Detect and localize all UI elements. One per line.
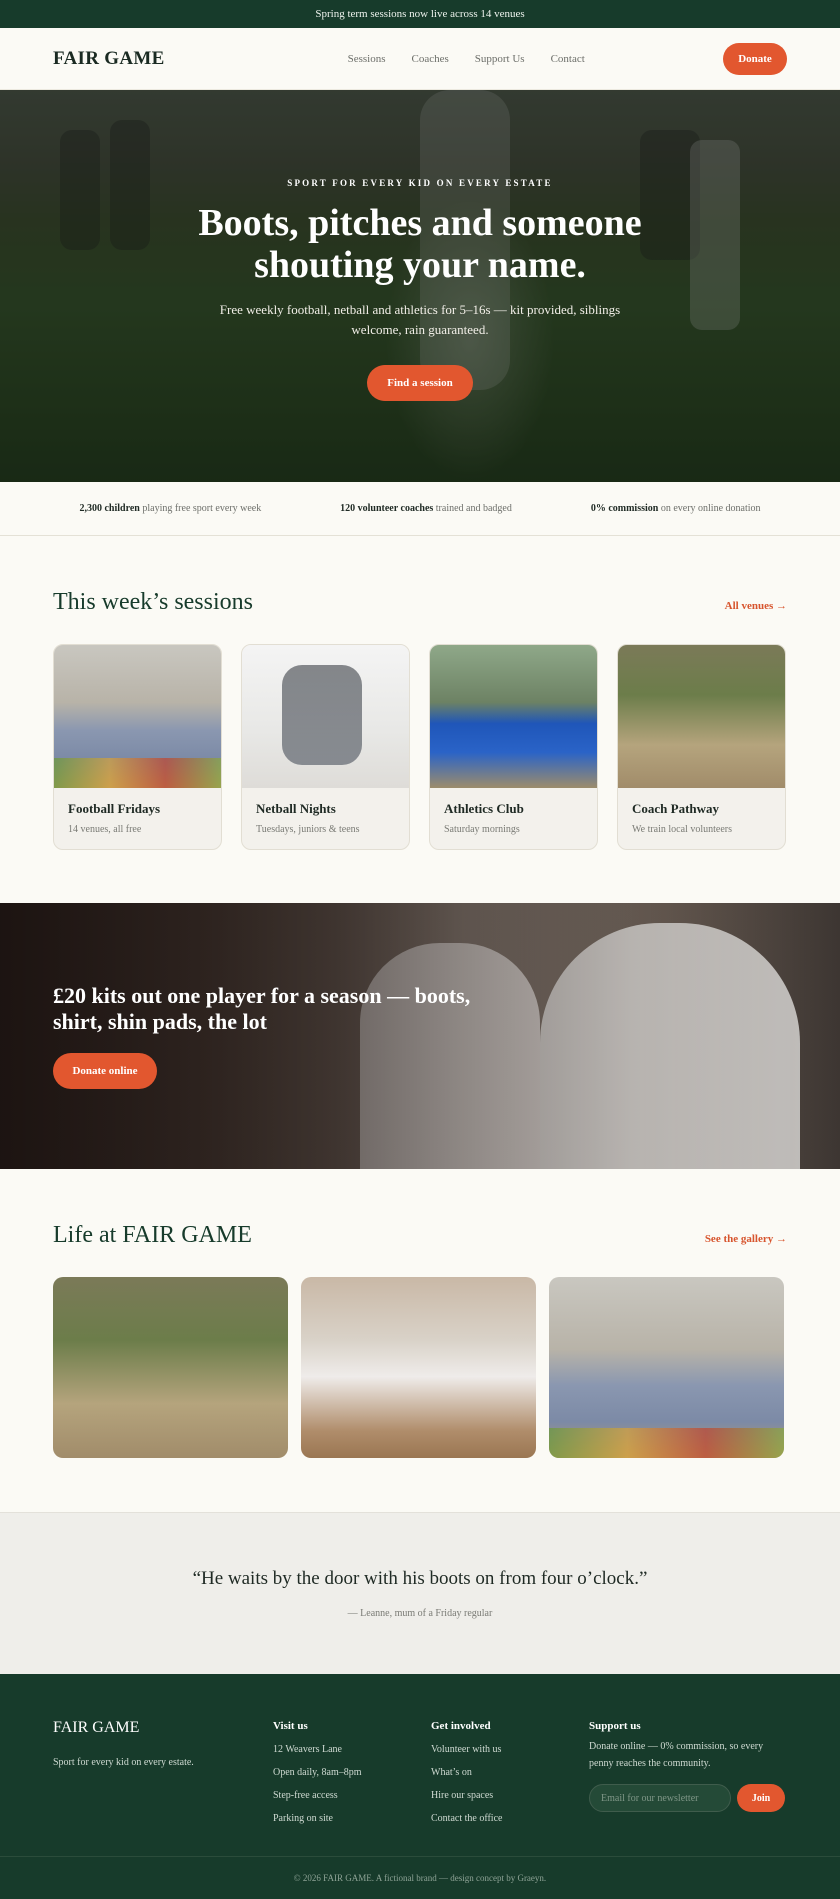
find-session-button[interactable]: Find a session bbox=[367, 365, 473, 401]
footer-link[interactable]: Hire our spaces bbox=[431, 1784, 589, 1807]
hero-kicker: SPORT FOR EVERY KID ON EVERY ESTATE bbox=[287, 178, 553, 188]
footer-item: Open daily, 8am–8pm bbox=[273, 1767, 362, 1778]
join-button[interactable]: Join bbox=[737, 1784, 785, 1812]
footer-support-column: Support us Donate online — 0% commission… bbox=[589, 1718, 787, 1830]
banner-title: £20 kits out one player for a season — b… bbox=[53, 983, 471, 1034]
donate-button[interactable]: Donate bbox=[723, 42, 787, 75]
support-description: Donate online — 0% commission, so every … bbox=[589, 1741, 764, 1769]
session-card-athletics[interactable]: Athletics Club Saturday mornings bbox=[429, 644, 598, 850]
site-header: FAIR GAME Sessions Coaches Support Us Co… bbox=[0, 28, 840, 90]
gallery-title: Life at FAIR GAME bbox=[53, 1222, 252, 1248]
footer-link[interactable]: Contact the office bbox=[431, 1807, 589, 1830]
footer-brand: FAIR GAME bbox=[53, 1719, 140, 1736]
footer-tagline: Sport for every kid on every estate. bbox=[53, 1757, 194, 1768]
session-card-coach[interactable]: Coach Pathway We train local volunteers bbox=[617, 644, 786, 850]
footer-visit-column: Visit us 12 Weavers Lane Open daily, 8am… bbox=[273, 1718, 431, 1830]
card-title: Netball Nights bbox=[256, 801, 336, 816]
hero-title: Boots, pitches and someone shouting your… bbox=[198, 202, 642, 286]
newsletter-form: Join bbox=[589, 1784, 787, 1812]
card-subtitle: Saturday mornings bbox=[444, 824, 520, 835]
see-gallery-link[interactable]: See the gallery → bbox=[705, 1233, 787, 1245]
donate-online-button[interactable]: Donate online bbox=[53, 1053, 157, 1089]
newsletter-email-input[interactable] bbox=[589, 1784, 731, 1812]
gallery-image[interactable] bbox=[53, 1277, 288, 1458]
main-nav: Sessions Coaches Support Us Contact bbox=[348, 53, 585, 65]
session-image bbox=[242, 645, 409, 788]
card-subtitle: We train local volunteers bbox=[632, 824, 732, 835]
footer-item: Step-free access bbox=[273, 1790, 338, 1801]
card-subtitle: Tuesdays, juniors & teens bbox=[256, 824, 360, 835]
stats-strip: 2,300 children playing free sport every … bbox=[0, 482, 840, 536]
session-image bbox=[430, 645, 597, 788]
announcement-bar: Spring term sessions now live across 14 … bbox=[0, 0, 840, 28]
session-image bbox=[54, 645, 221, 788]
all-venues-link[interactable]: All venues → bbox=[725, 600, 787, 612]
quote-attribution: — Leanne, mum of a Friday regular bbox=[347, 1608, 493, 1619]
footer-involved-column: Get involved Volunteer with us What’s on… bbox=[431, 1718, 589, 1830]
nav-contact[interactable]: Contact bbox=[551, 53, 585, 65]
gallery-image[interactable] bbox=[549, 1277, 784, 1458]
footer-heading: Get involved bbox=[431, 1720, 491, 1732]
sessions-title: This week’s sessions bbox=[53, 589, 253, 615]
footer-heading: Visit us bbox=[273, 1720, 308, 1732]
stat-item: 2,300 children playing free sport every … bbox=[79, 503, 262, 514]
brand-logo[interactable]: FAIR GAME bbox=[53, 48, 165, 70]
footer-item: 12 Weavers Lane bbox=[273, 1744, 342, 1755]
gallery-image[interactable] bbox=[301, 1277, 536, 1458]
card-subtitle: 14 venues, all free bbox=[68, 824, 142, 835]
gallery-section: Life at FAIR GAME See the gallery → bbox=[0, 1169, 840, 1458]
site-footer: FAIR GAME Sport for every kid on every e… bbox=[0, 1674, 840, 1899]
nav-support-us[interactable]: Support Us bbox=[475, 53, 525, 65]
card-title: Football Fridays bbox=[68, 801, 161, 816]
hero: SPORT FOR EVERY KID ON EVERY ESTATE Boot… bbox=[0, 90, 840, 482]
stat-item: 0% commission on every online donation bbox=[590, 503, 761, 514]
quote-text: “He waits by the door with his boots on … bbox=[192, 1568, 648, 1589]
donate-banner: £20 kits out one player for a season — b… bbox=[0, 903, 840, 1169]
nav-sessions[interactable]: Sessions bbox=[348, 53, 386, 65]
stat-item: 120 volunteer coaches trained and badged bbox=[340, 503, 512, 514]
hero-subtitle: Free weekly football, netball and athlet… bbox=[219, 302, 621, 337]
footer-link[interactable]: Volunteer with us bbox=[431, 1738, 589, 1761]
session-card-netball[interactable]: Netball Nights Tuesdays, juniors & teens bbox=[241, 644, 410, 850]
testimonial: “He waits by the door with his boots on … bbox=[0, 1512, 840, 1674]
card-title: Athletics Club bbox=[444, 801, 524, 816]
footer-heading: Support us bbox=[589, 1720, 641, 1732]
nav-coaches[interactable]: Coaches bbox=[412, 53, 449, 65]
session-card-football[interactable]: Football Fridays 14 venues, all free bbox=[53, 644, 222, 850]
card-title: Coach Pathway bbox=[632, 801, 720, 816]
footer-link[interactable]: What’s on bbox=[431, 1761, 589, 1784]
footer-item: Parking on site bbox=[273, 1813, 333, 1824]
footer-copyright: © 2026 FAIR GAME. A fictional brand — de… bbox=[0, 1856, 840, 1899]
announcement-text: Spring term sessions now live across 14 … bbox=[315, 8, 525, 20]
session-image bbox=[618, 645, 785, 788]
sessions-section: This week’s sessions All venues → Footba… bbox=[0, 536, 840, 850]
